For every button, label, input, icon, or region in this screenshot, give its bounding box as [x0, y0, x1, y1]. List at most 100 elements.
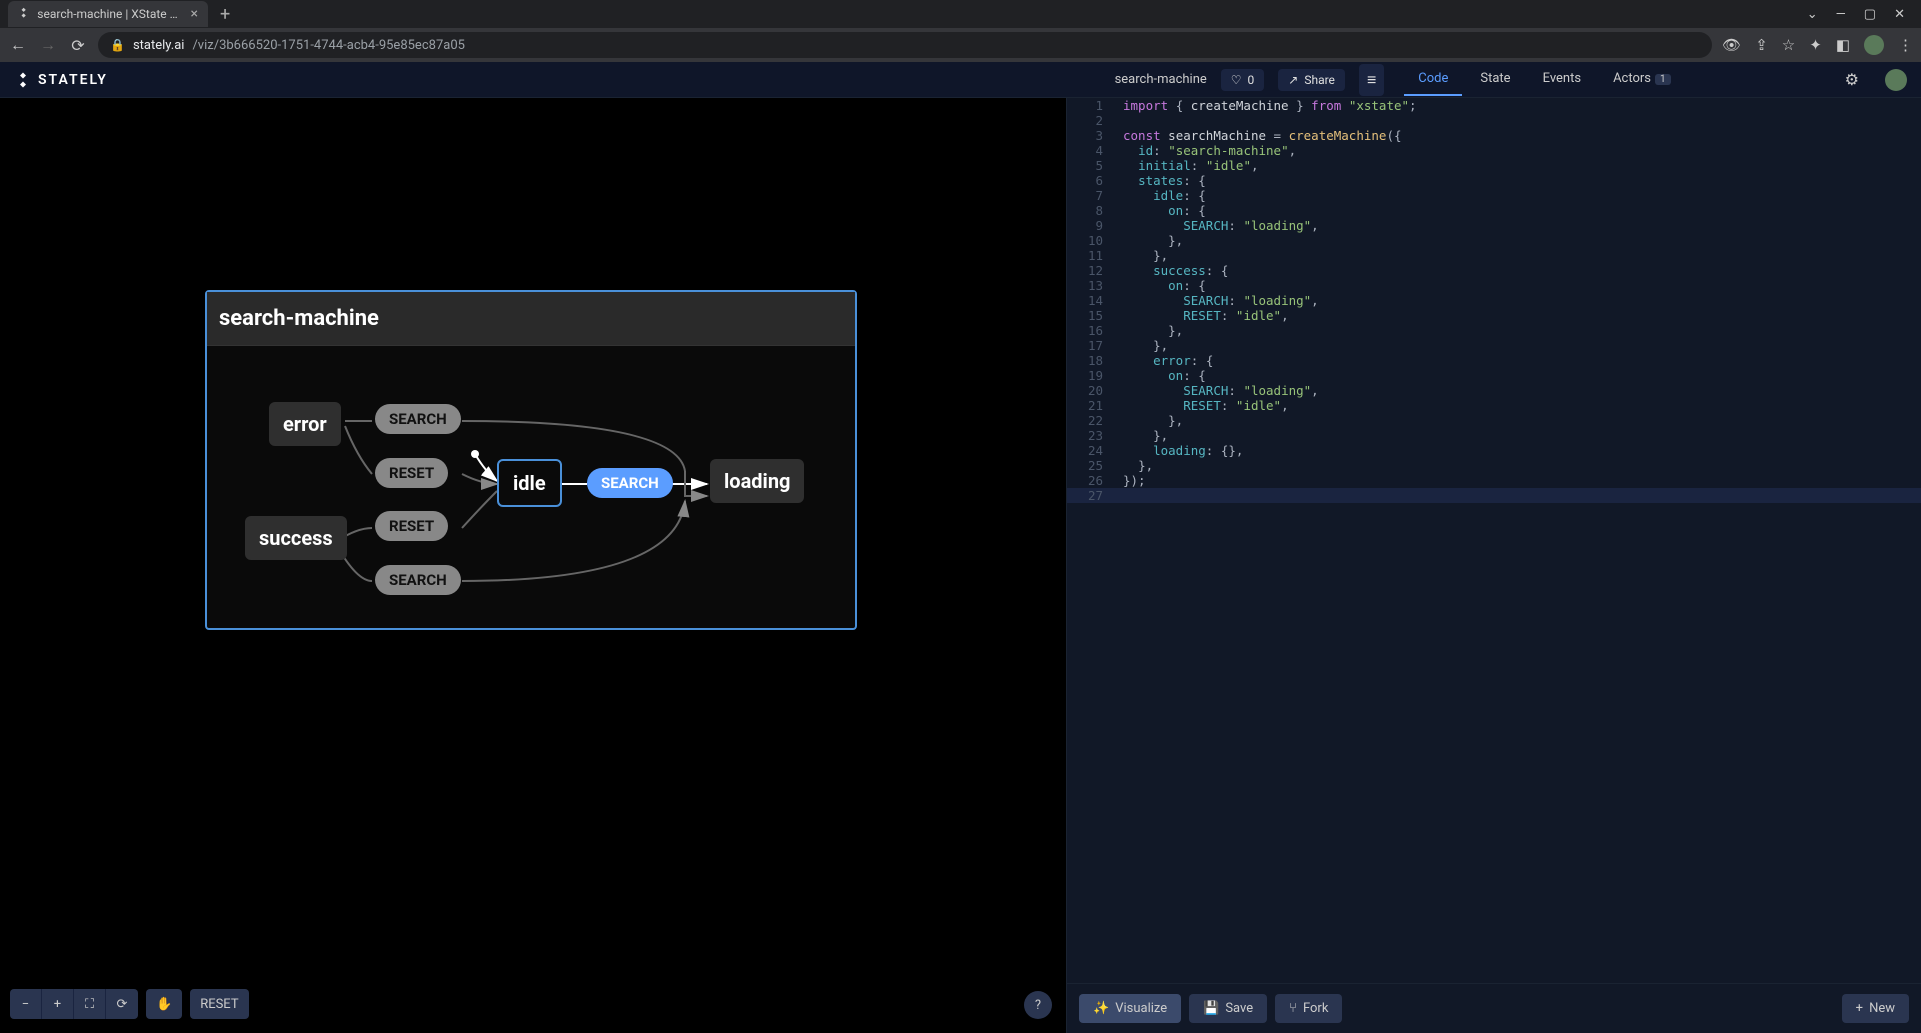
code-line[interactable]: 9 SEARCH: "loading", — [1067, 218, 1921, 233]
code-line[interactable]: 1import { createMachine } from "xstate"; — [1067, 98, 1921, 113]
code-line[interactable]: 4 id: "search-machine", — [1067, 143, 1921, 158]
share-icon[interactable]: ⇪ — [1755, 36, 1768, 54]
maximize-icon[interactable]: ▢ — [1864, 7, 1876, 22]
minimize-icon[interactable]: — — [1836, 7, 1846, 22]
reset-machine-button[interactable]: RESET — [190, 989, 248, 1019]
line-number: 20 — [1067, 383, 1117, 398]
code-line[interactable]: 5 initial: "idle", — [1067, 158, 1921, 173]
browser-tab[interactable]: search-machine | XState Visualize × — [8, 1, 208, 27]
code-line[interactable]: 10 }, — [1067, 233, 1921, 248]
line-content: SEARCH: "loading", — [1117, 293, 1319, 308]
line-number: 16 — [1067, 323, 1117, 338]
zoom-in-button[interactable]: + — [42, 989, 74, 1019]
code-line[interactable]: 14 SEARCH: "loading", — [1067, 293, 1921, 308]
logo[interactable]: STATELY — [14, 71, 108, 89]
line-number: 9 — [1067, 218, 1117, 233]
share-button[interactable]: ↗ Share — [1278, 69, 1345, 91]
line-content: error: { — [1117, 353, 1213, 368]
settings-button[interactable]: ⚙ — [1845, 70, 1859, 89]
visualize-button[interactable]: ✨ Visualize — [1079, 994, 1181, 1023]
code-line[interactable]: 23 }, — [1067, 428, 1921, 443]
eye-off-icon[interactable]: 👁 — [1722, 36, 1741, 54]
line-content: RESET: "idle", — [1117, 398, 1289, 413]
plus-icon: + — [1856, 1001, 1863, 1016]
hamburger-menu-button[interactable]: ≡ — [1359, 64, 1384, 96]
code-line[interactable]: 18 error: { — [1067, 353, 1921, 368]
tab-actors[interactable]: Actors1 — [1599, 63, 1685, 96]
url-input[interactable]: 🔒 stately.ai/viz/3b666520-1751-4744-acb4… — [98, 32, 1712, 58]
code-line[interactable]: 25 }, — [1067, 458, 1921, 473]
line-content: idle: { — [1117, 188, 1206, 203]
likes-button[interactable]: ♡ 0 — [1221, 69, 1265, 91]
line-content: }, — [1117, 338, 1168, 353]
fork-icon: ⑂ — [1289, 1001, 1297, 1016]
hand-tool-button[interactable]: ✋ — [146, 989, 182, 1019]
tab-favicon-icon — [18, 7, 29, 21]
state-error[interactable]: error — [269, 402, 341, 446]
line-number: 27 — [1067, 488, 1117, 503]
tab-code[interactable]: Code — [1404, 63, 1462, 96]
code-line[interactable]: 21 RESET: "idle", — [1067, 398, 1921, 413]
code-line[interactable]: 12 success: { — [1067, 263, 1921, 278]
event-reset-from-success[interactable]: RESET — [375, 511, 448, 541]
zoom-out-button[interactable]: − — [10, 989, 42, 1019]
panel-tabs: Code State Events Actors1 — [1404, 63, 1684, 96]
line-number: 6 — [1067, 173, 1117, 188]
event-reset-from-error[interactable]: RESET — [375, 458, 448, 488]
code-line[interactable]: 13 on: { — [1067, 278, 1921, 293]
url-path: /viz/3b666520-1751-4744-acb4-95e85ec87a0… — [192, 38, 465, 53]
code-line[interactable]: 20 SEARCH: "loading", — [1067, 383, 1921, 398]
code-line[interactable]: 8 on: { — [1067, 203, 1921, 218]
new-button[interactable]: + New — [1842, 994, 1909, 1023]
zoom-controls: − + ⛶ ⟳ — [10, 989, 138, 1019]
code-line[interactable]: 26}); — [1067, 473, 1921, 488]
refresh-button[interactable]: ⟳ — [106, 989, 138, 1019]
line-number: 19 — [1067, 368, 1117, 383]
address-bar: ← → ⟳ 🔒 stately.ai/viz/3b666520-1751-474… — [0, 28, 1921, 62]
code-line[interactable]: 3const searchMachine = createMachine({ — [1067, 128, 1921, 143]
code-line[interactable]: 27 — [1067, 488, 1921, 503]
code-panel: 1import { createMachine } from "xstate";… — [1066, 98, 1921, 1033]
state-success[interactable]: success — [245, 516, 347, 560]
code-line[interactable]: 6 states: { — [1067, 173, 1921, 188]
code-editor[interactable]: 1import { createMachine } from "xstate";… — [1067, 98, 1921, 1033]
event-search-from-error[interactable]: SEARCH — [375, 404, 461, 434]
line-content: }); — [1117, 473, 1146, 488]
fit-button[interactable]: ⛶ — [74, 989, 106, 1019]
state-loading[interactable]: loading — [710, 459, 804, 503]
profile-avatar-icon[interactable] — [1864, 35, 1884, 55]
save-button[interactable]: 💾 Save — [1189, 994, 1267, 1023]
nav-back-icon[interactable]: ← — [8, 35, 28, 55]
extensions-icon[interactable]: ✦ — [1809, 36, 1822, 54]
code-line[interactable]: 15 RESET: "idle", — [1067, 308, 1921, 323]
code-line[interactable]: 24 loading: {}, — [1067, 443, 1921, 458]
star-icon[interactable]: ☆ — [1782, 36, 1795, 54]
state-idle[interactable]: idle — [497, 459, 562, 507]
tab-state[interactable]: State — [1466, 63, 1524, 96]
code-line[interactable]: 17 }, — [1067, 338, 1921, 353]
line-content — [1117, 113, 1123, 128]
code-line[interactable]: 7 idle: { — [1067, 188, 1921, 203]
code-line[interactable]: 22 }, — [1067, 413, 1921, 428]
code-line[interactable]: 19 on: { — [1067, 368, 1921, 383]
tab-events[interactable]: Events — [1529, 63, 1595, 96]
event-search-from-idle[interactable]: SEARCH — [587, 468, 673, 498]
line-number: 24 — [1067, 443, 1117, 458]
code-line[interactable]: 11 }, — [1067, 248, 1921, 263]
nav-reload-icon[interactable]: ⟳ — [68, 36, 88, 55]
code-line[interactable]: 16 }, — [1067, 323, 1921, 338]
help-button[interactable]: ? — [1024, 991, 1052, 1019]
sidebar-icon[interactable]: ◧ — [1836, 36, 1850, 54]
new-tab-button[interactable]: + — [208, 4, 242, 25]
code-line[interactable]: 2 — [1067, 113, 1921, 128]
question-icon: ? — [1035, 998, 1041, 1013]
heart-icon: ♡ — [1231, 73, 1242, 87]
menu-icon[interactable]: ⋮ — [1898, 36, 1913, 54]
fork-button[interactable]: ⑂ Fork — [1275, 994, 1342, 1023]
event-search-from-success[interactable]: SEARCH — [375, 565, 461, 595]
visualizer-canvas[interactable]: search-machine — [0, 98, 1066, 1033]
chevron-down-icon[interactable]: ⌄ — [1807, 7, 1818, 22]
user-avatar[interactable] — [1885, 69, 1907, 91]
tab-close-icon[interactable]: × — [191, 6, 198, 22]
close-window-icon[interactable]: ✕ — [1894, 7, 1905, 22]
